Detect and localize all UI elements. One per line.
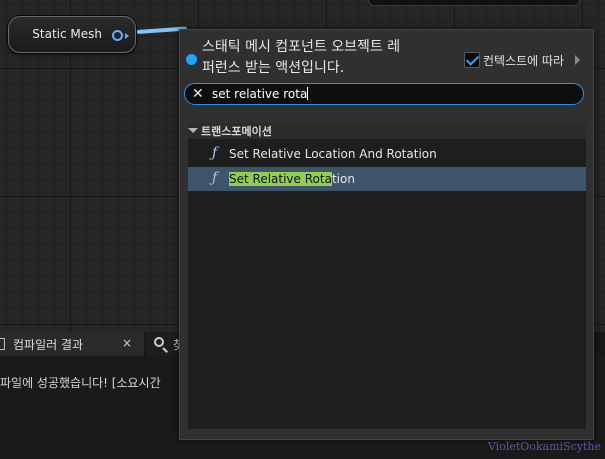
- action-label: Set Relative Location And Rotation: [229, 147, 437, 161]
- tab-label: 컴파일러 결과: [13, 338, 84, 352]
- chevron-right-icon[interactable]: [575, 55, 580, 65]
- action-label-rest: tion: [331, 172, 355, 186]
- function-icon: ƒ: [212, 145, 218, 161]
- action-search-input[interactable]: ✕ set relative rota: [184, 83, 584, 105]
- search-match-highlight: Set Relative Rota: [229, 172, 332, 186]
- clear-icon[interactable]: ✕: [192, 86, 204, 102]
- static-mesh-node[interactable]: Static Mesh: [8, 16, 136, 53]
- object-pin-icon: [186, 54, 197, 65]
- blueprint-editor: Static Mesh 컴파일러 결과 × 찾 파일에 성공했습니다! [소요시…: [0, 0, 605, 459]
- close-icon[interactable]: ×: [122, 336, 132, 350]
- search-input-text[interactable]: set relative rota: [212, 87, 309, 101]
- function-icon: ƒ: [212, 170, 218, 186]
- chevron-down-icon: [188, 128, 198, 133]
- watermark: VioletOokamiScythe: [487, 440, 601, 453]
- tab-compiler-results[interactable]: 컴파일러 결과 ×: [0, 332, 144, 356]
- search-icon: [154, 337, 164, 347]
- list-item-selected[interactable]: ƒ Set Relative Rotation: [188, 167, 586, 191]
- menu-title: 스태틱 메시 컴포넌트 오브젝트 레퍼런스 받는 액션입니다.: [202, 39, 401, 76]
- output-pin-icon[interactable]: [112, 30, 123, 41]
- action-label: Set Relative Rotation: [229, 172, 355, 186]
- context-sensitive-checkbox[interactable]: [464, 52, 480, 68]
- offscreen-node-edge: [368, 0, 580, 6]
- compiler-log-line: 파일에 성공했습니다! [소요시간: [0, 376, 161, 390]
- context-sensitive-label: 컨텍스트에 따라: [483, 54, 565, 68]
- category-label: 트랜스포메이션: [201, 125, 272, 138]
- pin-arrow-icon: [125, 33, 129, 39]
- action-list: 트랜스포메이션 ƒ Set Relative Location And Rota…: [188, 123, 586, 429]
- category-header[interactable]: 트랜스포메이션: [188, 123, 586, 139]
- document-icon: [0, 338, 5, 350]
- text-caret: [307, 87, 309, 100]
- list-item[interactable]: ƒ Set Relative Location And Rotation: [188, 142, 586, 166]
- node-label: Static Mesh: [32, 27, 102, 41]
- action-context-menu: 스태틱 메시 컴포넌트 오브젝트 레퍼런스 받는 액션입니다. 컨텍스트에 따라…: [179, 29, 594, 440]
